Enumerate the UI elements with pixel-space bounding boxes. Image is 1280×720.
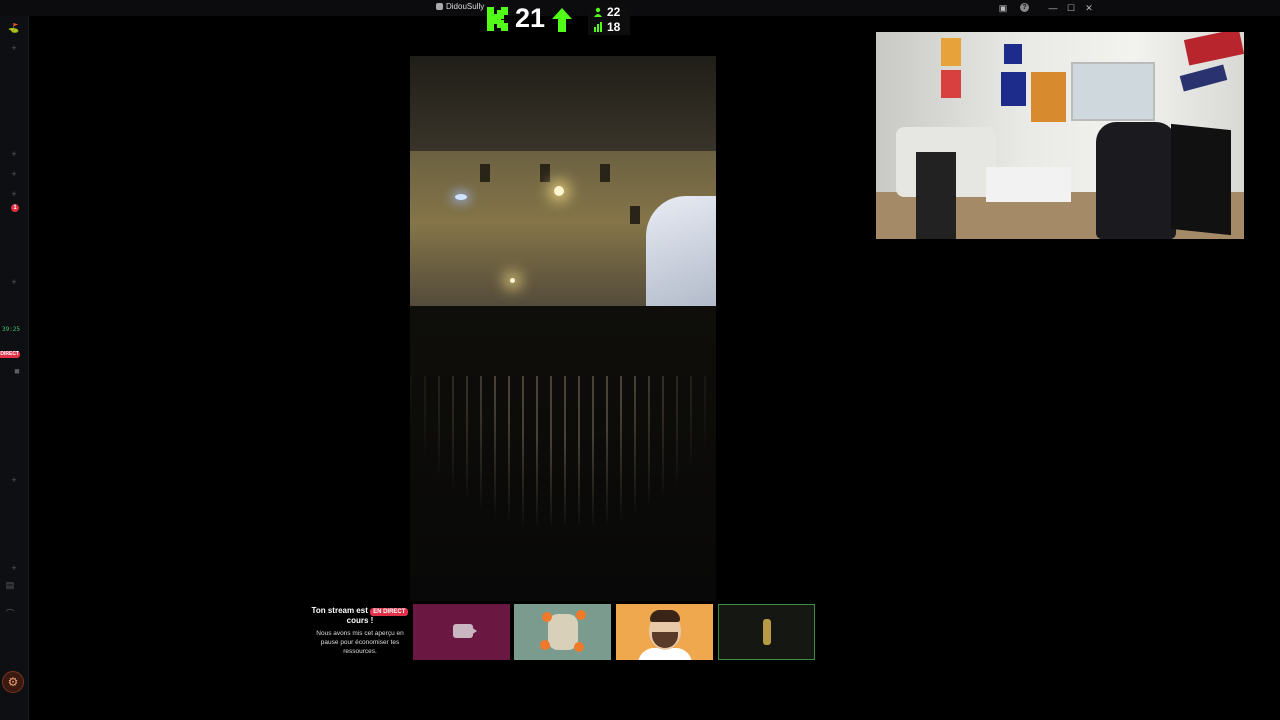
building-window xyxy=(540,164,550,182)
poster xyxy=(1001,72,1026,106)
kick-logo-icon xyxy=(487,7,508,31)
headphones-icon[interactable]: ⌒ xyxy=(0,608,24,620)
viewers-value: 22 xyxy=(607,5,621,19)
scene-avatar-tile[interactable] xyxy=(616,604,713,660)
video-sky xyxy=(410,56,716,166)
sidebar: ⛳ + + + + 1 + 39:25 DIRECT ■ + + ▤ ⌒ ⚙ xyxy=(0,16,29,720)
car-light xyxy=(510,278,515,283)
parked-car xyxy=(646,196,716,311)
main-video-preview xyxy=(410,56,716,601)
scene-camera-tile[interactable] xyxy=(413,604,510,660)
notice-description: Nous avons mis cet aperçu en pause pour … xyxy=(316,630,404,655)
webcam-feed xyxy=(876,32,1244,239)
inbox-icon[interactable]: ▣ xyxy=(997,2,1009,14)
notice-title-text: Ton stream est xyxy=(311,606,371,615)
add-icon[interactable]: + xyxy=(0,276,28,288)
dash-vent xyxy=(410,376,716,526)
add-icon[interactable]: + xyxy=(0,188,28,200)
follower-count: 21 xyxy=(515,3,546,33)
poster xyxy=(1004,44,1022,64)
jersey-frame xyxy=(1031,72,1066,122)
live-indicator: DIRECT xyxy=(0,351,20,358)
stream-paused-notice: Ton stream est EN DIRECT cours ! Nous av… xyxy=(310,606,410,656)
user-icon[interactable]: ⛳ xyxy=(0,22,28,34)
gaming-chair xyxy=(1096,122,1176,239)
minimize-button[interactable]: — xyxy=(1047,2,1059,14)
building-window xyxy=(480,164,490,182)
notification-badge: 1 xyxy=(11,204,19,212)
building-window xyxy=(600,164,610,182)
street-light xyxy=(554,186,564,196)
poster xyxy=(941,70,961,98)
chart-value: 18 xyxy=(607,20,621,34)
coffee-table xyxy=(986,167,1071,202)
camera-icon[interactable]: ■ xyxy=(3,365,31,377)
room-window xyxy=(1071,62,1155,121)
add-icon[interactable]: + xyxy=(0,42,28,54)
maximize-button[interactable]: ☐ xyxy=(1065,2,1077,14)
stats-box: 22 18 xyxy=(588,3,630,35)
add-icon[interactable]: + xyxy=(0,562,28,574)
settings-gear-icon[interactable]: ⚙ xyxy=(2,671,24,693)
add-icon[interactable]: + xyxy=(0,474,28,486)
avatar-hair xyxy=(650,610,680,622)
add-icon[interactable]: + xyxy=(0,148,28,160)
viewers-stat: 22 xyxy=(593,5,620,19)
clapper-icon[interactable]: ▤ xyxy=(0,579,24,591)
bar-chart-icon xyxy=(594,22,602,32)
scene-emote-tile[interactable] xyxy=(514,604,611,660)
camera-icon xyxy=(453,624,477,638)
window-light xyxy=(455,194,467,200)
notice-title-text: cours ! xyxy=(346,616,374,625)
chart-stat: 18 xyxy=(593,20,620,34)
tv-screen xyxy=(1171,123,1231,236)
poster xyxy=(941,38,961,66)
pc-tower xyxy=(916,152,956,239)
emote-dot xyxy=(542,612,552,622)
stream-timer: 39:25 xyxy=(1,326,21,333)
channel-title: DidouSully xyxy=(436,2,484,11)
up-arrow-icon xyxy=(552,8,572,32)
channel-name-label: DidouSully xyxy=(446,2,485,11)
notice-title: Ton stream est EN DIRECT cours ! xyxy=(310,606,410,626)
scene-figure-tile[interactable] xyxy=(718,604,815,660)
live-pill: EN DIRECT xyxy=(370,608,409,616)
help-icon[interactable]: ? xyxy=(1020,3,1029,12)
add-icon[interactable]: + xyxy=(0,168,28,180)
title-bar: DidouSully ▣ ? — ☐ ✕ xyxy=(0,0,1280,16)
emote-dot xyxy=(574,642,584,652)
emote-dot xyxy=(576,610,586,620)
close-button[interactable]: ✕ xyxy=(1083,2,1095,14)
emote-dot xyxy=(540,640,550,650)
building-window xyxy=(630,206,640,224)
figure-image xyxy=(763,619,771,645)
viewers-icon xyxy=(594,7,602,17)
channel-logo-icon xyxy=(436,3,443,10)
